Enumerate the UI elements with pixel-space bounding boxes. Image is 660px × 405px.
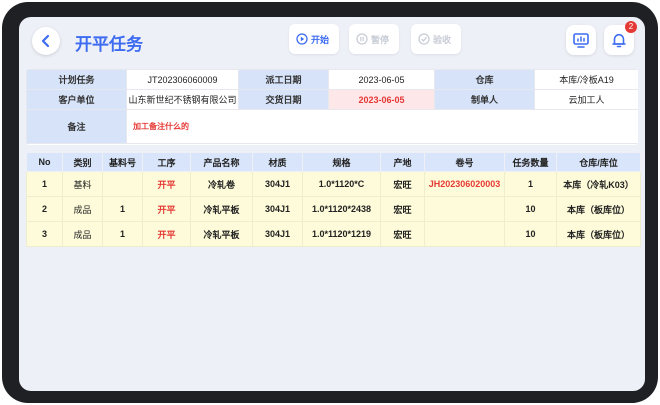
delivery-date-value: 2023-06-05 [328, 89, 435, 110]
plan-task-label: 计划任务 [26, 69, 127, 90]
play-circle-icon [296, 33, 308, 45]
table-row[interactable]: 2 成品 1 开平 冷轧平板 304J1 1.0*1120*2438 宏旺 10 本库（板库位） [26, 196, 641, 222]
table-header-row: No 类别 基料号 工序 产品名称 材质 规格 产地 卷号 任务数量 仓库/库位 [26, 152, 641, 172]
pause-button[interactable]: 暂停 [349, 24, 399, 54]
check-button[interactable]: 验收 [411, 24, 461, 54]
warehouse-label: 仓库 [434, 69, 535, 90]
cell-product: 冷轧平板 [190, 221, 253, 247]
column-header: 工序 [142, 152, 191, 172]
plan-task-value: JT202306060009 [126, 69, 239, 90]
cell-no: 1 [26, 171, 63, 197]
cell-category: 成品 [62, 196, 103, 222]
check-circle-icon [418, 33, 430, 45]
cell-location: 本库（板库位） [556, 196, 641, 222]
table-row[interactable]: 1 基料 开平 冷轧卷 304J1 1.0*1120*C 宏旺 JH202306020003 1… [26, 171, 641, 197]
notification-button[interactable]: 2 [604, 21, 637, 55]
column-header: 产品名称 [190, 152, 253, 172]
pause-label: 暂停 [371, 34, 390, 45]
cell-origin: 宏旺 [380, 221, 425, 247]
top-bar: 开平任务 开始 暂停 验收 2 [19, 17, 645, 65]
table-body: 1 基料 开平 冷轧卷 304J1 1.0*1120*C 宏旺 JH202306020003 1… [26, 171, 641, 247]
cell-no: 3 [26, 221, 63, 247]
bell-icon [612, 33, 626, 48]
cell-location: 本库（板库位） [556, 221, 641, 247]
table-row[interactable]: 3 成品 1 开平 冷轧平板 304J1 1.0*1120*1219 宏旺 10 本库（板库位） [26, 221, 641, 247]
column-header: 卷号 [424, 152, 505, 172]
cell-base-no: 1 [102, 196, 143, 222]
cell-location: 本库（冷轧K03） [556, 171, 641, 197]
column-header: 规格 [302, 152, 381, 172]
cell-base-no: 1 [102, 221, 143, 247]
back-button[interactable] [32, 27, 60, 55]
customer-value: 山东新世纪不锈钢有限公司 [126, 89, 239, 110]
cell-spec: 1.0*1120*1219 [302, 221, 381, 247]
remark-label: 备注 [26, 109, 127, 144]
task-info-table: 计划任务 JT202306060009 派工日期 2023-06-05 仓库 本… [26, 69, 638, 144]
cell-process: 开平 [142, 196, 191, 222]
tablet-frame: 开平任务 开始 暂停 验收 2 计划任务 JT202306060009 派工日期… [2, 2, 658, 403]
cell-no: 2 [26, 196, 63, 222]
app-screen: 开平任务 开始 暂停 验收 2 计划任务 JT202306060009 派工日期… [19, 17, 645, 391]
page-title: 开平任务 [75, 35, 143, 55]
cell-origin: 宏旺 [380, 196, 425, 222]
column-header: 基料号 [102, 152, 143, 172]
cell-process: 开平 [142, 171, 191, 197]
cell-category: 成品 [62, 221, 103, 247]
monitor-chart-icon [573, 33, 589, 48]
cell-category: 基料 [62, 171, 103, 197]
cell-coil-no [424, 221, 505, 247]
remark-value: 加工备注什么的 [126, 109, 638, 144]
task-info-panel: 计划任务 JT202306060009 派工日期 2023-06-05 仓库 本… [26, 69, 638, 145]
start-button[interactable]: 开始 [289, 24, 339, 54]
cell-material: 304J1 [252, 196, 303, 222]
task-detail-table: No 类别 基料号 工序 产品名称 材质 规格 产地 卷号 任务数量 仓库/库位 1 基料 开平 冷轧卷 3… [26, 152, 641, 247]
notification-badge: 2 [625, 21, 637, 33]
delivery-date-label: 交货日期 [238, 89, 329, 110]
column-header: 材质 [252, 152, 303, 172]
creator-value: 云加工人 [534, 89, 638, 110]
dispatch-date-value: 2023-06-05 [328, 69, 435, 90]
cell-material: 304J1 [252, 221, 303, 247]
cell-qty: 1 [504, 171, 557, 197]
cell-base-no [102, 171, 143, 197]
cell-spec: 1.0*1120*2438 [302, 196, 381, 222]
column-header: No [26, 152, 63, 172]
chevron-left-icon [41, 34, 50, 48]
column-header: 类别 [62, 152, 103, 172]
cell-product: 冷轧平板 [190, 196, 253, 222]
check-label: 验收 [433, 34, 452, 45]
cell-product: 冷轧卷 [190, 171, 253, 197]
cell-qty: 10 [504, 196, 557, 222]
pause-circle-icon [356, 33, 368, 45]
customer-label: 客户单位 [26, 89, 127, 110]
dispatch-date-label: 派工日期 [238, 69, 329, 90]
cell-material: 304J1 [252, 171, 303, 197]
column-header: 任务数量 [504, 152, 557, 172]
cell-coil-no: JH202306020003 [424, 171, 505, 197]
cell-origin: 宏旺 [380, 171, 425, 197]
cell-coil-no [424, 196, 505, 222]
cell-qty: 10 [504, 221, 557, 247]
monitor-button[interactable] [566, 25, 596, 55]
cell-process: 开平 [142, 221, 191, 247]
column-header: 产地 [380, 152, 425, 172]
cell-spec: 1.0*1120*C [302, 171, 381, 197]
creator-label: 制单人 [434, 89, 535, 110]
task-detail-panel: No 类别 基料号 工序 产品名称 材质 规格 产地 卷号 任务数量 仓库/库位 1 基料 开平 冷轧卷 3… [26, 152, 641, 247]
column-header: 仓库/库位 [556, 152, 641, 172]
start-label: 开始 [311, 34, 330, 45]
warehouse-value: 本库/冷板A19 [534, 69, 638, 90]
